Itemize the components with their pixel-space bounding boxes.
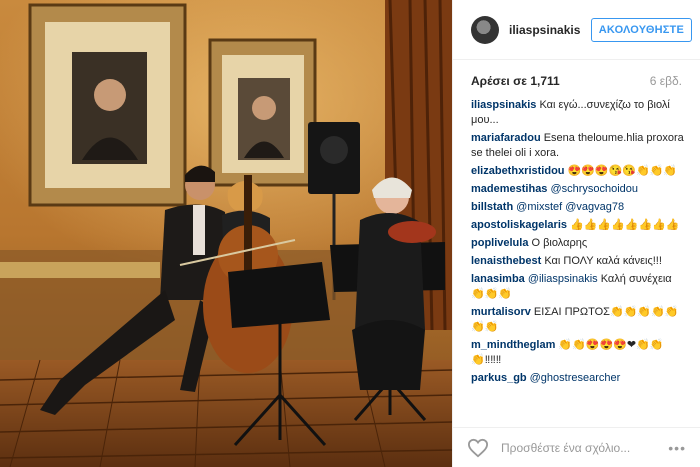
comment-author[interactable]: elizabethxristidou — [471, 165, 565, 177]
comment-item: m_mindtheglam 👏👏😍😍😍❤👏👏👏‼‼‼ — [471, 338, 688, 368]
comment-bar: Προσθέστε ένα σχόλιο... ••• — [453, 427, 700, 467]
comment-author[interactable]: murtalisorv — [471, 306, 531, 318]
post-header: iliaspsinakis ΑΚΟΛΟΥΘΗΣΤΕ — [453, 0, 700, 60]
post-username[interactable]: iliaspsinakis — [509, 23, 591, 37]
post-meta: Αρέσει σε 1,711 6 εβδ. — [453, 60, 700, 98]
comment-author[interactable]: m_mindtheglam — [471, 339, 555, 351]
comment-item: mariafaradou Esena theloume.hlia proxora … — [471, 131, 688, 161]
avatar[interactable] — [471, 15, 499, 44]
photo-illustration — [0, 0, 452, 467]
comment-text: Και ΠΟΛΥ καλά κάνεις!!! — [544, 255, 662, 267]
comment-item: poplivelula Ο βιολαρης — [471, 236, 688, 251]
follow-button[interactable]: ΑΚΟΛΟΥΘΗΣΤΕ — [590, 17, 692, 42]
comment-mention[interactable]: @schrysochoidou — [550, 183, 638, 195]
post-photo[interactable] — [0, 0, 452, 467]
comment-author[interactable]: apostoliskagelaris — [471, 219, 567, 231]
comment-mention[interactable]: @ghostresearcher — [530, 372, 621, 384]
comment-author[interactable]: poplivelula — [471, 237, 528, 249]
comment-author[interactable]: iliaspsinakis — [471, 99, 536, 111]
comment-mention[interactable]: @iliaspsinakis — [528, 273, 598, 285]
comment-item: parkus_gb @ghostresearcher — [471, 371, 688, 386]
comment-text: Ο βιολαρης — [531, 237, 588, 249]
comment-mention[interactable]: @mixstef @vagvag78 — [516, 201, 624, 213]
comment-author[interactable]: billstath — [471, 201, 513, 213]
comment-item: iliaspsinakis Και εγώ...συνεχίζω το βιολί… — [471, 98, 688, 128]
comment-text: 👍👍👍👍👍👍👍👍 — [570, 219, 680, 231]
comment-item: apostoliskagelaris 👍👍👍👍👍👍👍👍 — [471, 218, 688, 233]
comment-author[interactable]: lanasimba — [471, 273, 525, 285]
post-age: 6 εβδ. — [649, 74, 682, 88]
comment-item: lenaisthebest Και ΠΟΛΥ καλά κάνεις!!! — [471, 254, 688, 269]
comment-author[interactable]: mariafaradou — [471, 132, 541, 144]
comment-item: lanasimba @iliaspsinakis Καλή συνέχεια 👏👏… — [471, 272, 688, 302]
comments-list: iliaspsinakis Και εγώ...συνεχίζω το βιολί… — [453, 98, 700, 398]
post-sidebar: iliaspsinakis ΑΚΟΛΟΥΘΗΣΤΕ Αρέσει σε 1,71… — [452, 0, 700, 467]
comment-author[interactable]: lenaisthebest — [471, 255, 541, 267]
comment-item: mademestihas @schrysochoidou — [471, 182, 688, 197]
likes-count[interactable]: Αρέσει σε 1,711 — [471, 74, 560, 88]
heart-icon[interactable] — [467, 438, 489, 458]
comment-text: 😍😍😍😘😘👏👏👏 — [567, 165, 678, 177]
add-comment-input[interactable]: Προσθέστε ένα σχόλιο... — [501, 441, 668, 455]
comment-item: murtalisorv ΕΙΣΑΙ ΠΡΩΤΟΣ👏👏👏👏👏👏👏 — [471, 305, 688, 335]
comment-item: billstath @mixstef @vagvag78 — [471, 200, 688, 215]
comment-item: elizabethxristidou 😍😍😍😘😘👏👏👏 — [471, 164, 688, 179]
more-options-icon[interactable]: ••• — [668, 440, 686, 456]
comment-author[interactable]: mademestihas — [471, 183, 547, 195]
comment-author[interactable]: parkus_gb — [471, 372, 527, 384]
